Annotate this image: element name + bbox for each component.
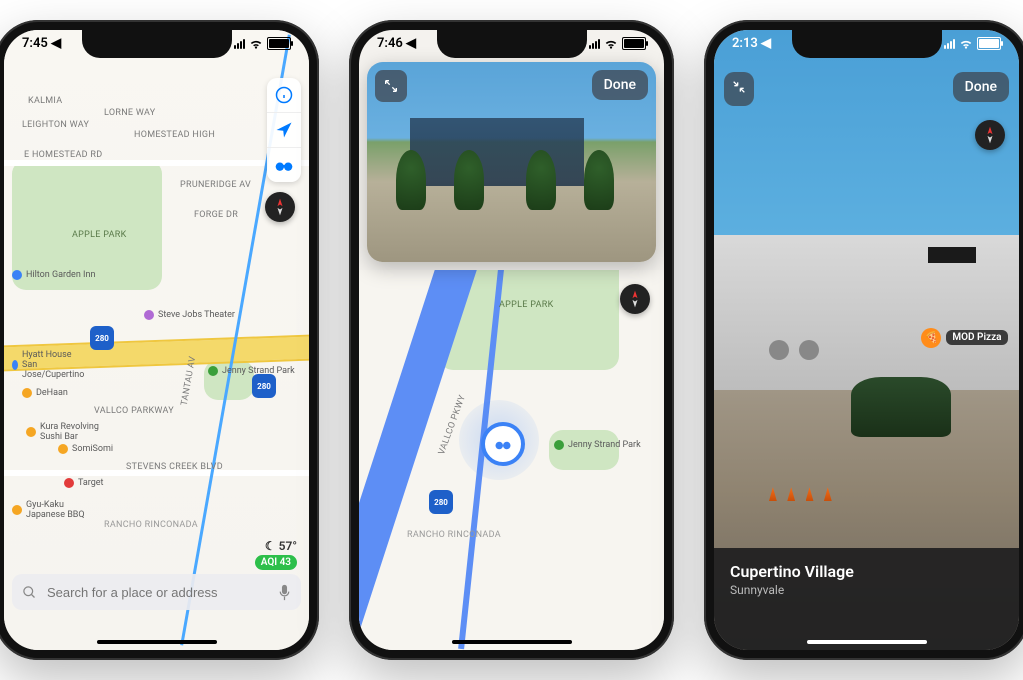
location-subtitle: Sunnyvale [730, 583, 1003, 597]
look-around-cursor[interactable] [481, 422, 525, 466]
wifi-icon [604, 37, 618, 51]
hedge [851, 377, 951, 437]
map-canvas[interactable]: APPLE PARK Jenny Strand Park RANCHO RINC… [359, 270, 664, 650]
status-time: 7:46 [377, 36, 403, 51]
poi-gyu[interactable]: Gyu-Kaku Japanese BBQ [12, 500, 86, 520]
poi-jenny[interactable]: Jenny Strand Park [554, 440, 641, 450]
phone-screen-3: 🍕 MOD Pizza 2:13 ◀ Done [714, 30, 1019, 650]
phone-frame-3: 🍕 MOD Pizza 2:13 ◀ Done [704, 20, 1023, 660]
street-forge: Forge Dr [194, 210, 238, 220]
locate-button[interactable] [267, 113, 301, 148]
street-kalmia: Kalmia [28, 96, 62, 106]
poi-jenny[interactable]: Jenny Strand Park [208, 366, 295, 376]
search-icon [22, 585, 37, 600]
street-lorne: Lorne Way [104, 108, 155, 118]
aqi-badge: AQI 43 [255, 555, 297, 570]
phone-notch [792, 30, 942, 58]
street-pruneridge: Pruneridge Av [180, 180, 251, 190]
cell-signal-icon [944, 39, 955, 49]
wifi-icon [959, 37, 973, 51]
poi-denaan[interactable]: DeHaan [22, 388, 68, 398]
traffic-cone [824, 487, 832, 501]
status-time: 2:13 [732, 36, 758, 51]
info-button[interactable] [267, 78, 301, 113]
location-caption[interactable]: Cupertino Village Sunnyvale [714, 548, 1019, 650]
compass-button[interactable] [620, 284, 650, 314]
weather-temp: 57° [279, 539, 297, 553]
phone-notch [437, 30, 587, 58]
sv-tree [396, 150, 426, 210]
traffic-cone [806, 487, 814, 501]
street-leighton: Leighton Way [22, 120, 89, 130]
battery-icon [977, 37, 1001, 50]
cell-signal-icon [234, 39, 245, 49]
expand-button[interactable] [375, 70, 407, 102]
home-indicator[interactable] [97, 640, 217, 644]
phone-notch [82, 30, 232, 58]
location-title: Cupertino Village [730, 562, 1003, 581]
traffic-cone [787, 487, 795, 501]
done-button[interactable]: Done [953, 72, 1009, 102]
phone-frame-2: 7:46 ◀ APPLE PARK Jenny Strand Park RANC… [349, 20, 674, 660]
home-indicator[interactable] [452, 640, 572, 644]
phone-screen-2: 7:46 ◀ APPLE PARK Jenny Strand Park RANC… [359, 30, 664, 650]
highway-shield: 280 [429, 490, 453, 514]
poi-apple-park[interactable]: APPLE PARK [72, 230, 127, 240]
poi-pin-mod-pizza[interactable]: 🍕 MOD Pizza [921, 328, 1007, 348]
cell-signal-icon [589, 39, 600, 49]
sv-tree [526, 150, 556, 210]
highway-shield-2: 280 [252, 374, 276, 398]
location-arrow-icon: ◀ [51, 36, 61, 51]
poi-kura[interactable]: Kura Revolving Sushi Bar [26, 422, 110, 442]
compass-button[interactable] [975, 120, 1005, 150]
search-input[interactable] [45, 584, 270, 601]
poi-hilton[interactable]: Hilton Garden Inn [12, 270, 95, 280]
weather-icon: ☾ [265, 539, 276, 553]
street-stevens: Stevens Creek Blvd [126, 462, 223, 472]
road-homestead [4, 160, 309, 166]
poi-rancho: RANCHO RINCONADA [104, 520, 198, 530]
wifi-icon [249, 37, 263, 51]
highway-shield-1: 280 [90, 326, 114, 350]
poi-pin-label: MOD Pizza [946, 330, 1007, 345]
mic-icon[interactable] [278, 584, 291, 601]
poi-hyatt[interactable]: Hyatt House San Jose/Cupertino [12, 350, 82, 380]
poi-homestead-high: Homestead High [134, 130, 215, 140]
weather-widget[interactable]: ☾ 57° AQI 43 [255, 539, 297, 570]
battery-icon [267, 37, 291, 50]
status-time: 7:45 [22, 36, 48, 51]
sv-tree [584, 150, 614, 210]
poi-somi[interactable]: SomiSomi [58, 444, 113, 454]
traffic-cone [769, 487, 777, 501]
map-controls [267, 78, 301, 182]
poi-target[interactable]: Target [64, 478, 104, 488]
poi-steve-jobs[interactable]: Steve Jobs Theater [144, 310, 235, 320]
poi-apple-park[interactable]: APPLE PARK [499, 300, 554, 310]
street-vallco: Vallco Parkway [94, 406, 174, 416]
poi-rancho: RANCHO RINCONADA [407, 530, 501, 540]
store-sign [928, 247, 976, 263]
phone-frame-1: 7:45 ◀ E Homestead Rd APPLE PARK Kalmia … [0, 20, 319, 660]
look-around-button[interactable] [267, 148, 301, 182]
phone-screen-1: 7:45 ◀ E Homestead Rd APPLE PARK Kalmia … [4, 30, 309, 650]
look-around-preview[interactable]: Done [367, 62, 656, 262]
street-homestead: E Homestead Rd [24, 150, 102, 160]
home-indicator[interactable] [807, 640, 927, 644]
compass-button[interactable] [265, 192, 295, 222]
collapse-button[interactable] [724, 72, 754, 106]
poi-pin-secondary[interactable] [799, 340, 819, 360]
sv-tree [454, 150, 484, 210]
search-bar[interactable] [12, 574, 301, 610]
battery-icon [622, 37, 646, 50]
done-button[interactable]: Done [592, 70, 648, 100]
park-area-jenny [549, 430, 619, 470]
poi-pin-icon: 🍕 [921, 328, 941, 348]
sv-building [410, 118, 583, 186]
poi-pin-secondary[interactable] [769, 340, 789, 360]
